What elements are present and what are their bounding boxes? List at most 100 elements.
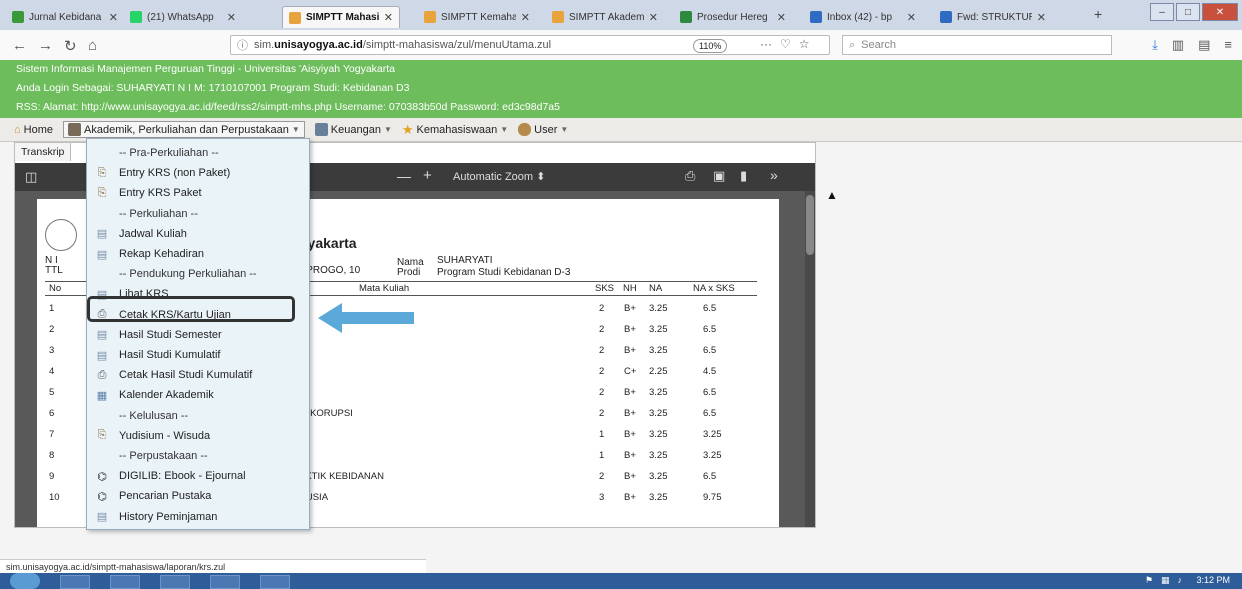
browser-tab-2[interactable]: (21) WhatsApp ✕ bbox=[124, 6, 242, 28]
tab-transkrip[interactable]: Transkrip bbox=[15, 143, 72, 161]
ttl-label: TTL bbox=[45, 265, 63, 276]
menu-item[interactable]: ⎘ Entry KRS (non Paket) bbox=[87, 163, 307, 183]
tab-close-icon[interactable]: ✕ bbox=[521, 11, 530, 24]
close-window-button[interactable]: ✕ bbox=[1202, 3, 1238, 21]
pocket-icon[interactable]: ♡ bbox=[780, 37, 791, 51]
tab-close-icon[interactable]: ✕ bbox=[227, 11, 236, 24]
row-sks: 2 bbox=[599, 303, 605, 314]
tab-close-icon[interactable]: ✕ bbox=[649, 11, 658, 24]
menu-item[interactable]: ▤ Jadwal Kuliah bbox=[87, 224, 307, 244]
menu-section-header: -- Pendukung Perkuliahan -- bbox=[87, 264, 307, 284]
tools-icon[interactable]: » bbox=[770, 167, 778, 183]
pdf-zoom-select[interactable]: Automatic Zoom ⬍ bbox=[453, 170, 545, 183]
col-mata-kuliah: Mata Kuliah bbox=[359, 283, 410, 294]
taskbar-clock[interactable]: 3:12 PM bbox=[1196, 575, 1230, 585]
back-icon[interactable]: ← bbox=[12, 37, 27, 54]
browser-tab-6[interactable]: Prosedur Hereg ✕ bbox=[674, 6, 792, 28]
menu-item[interactable]: ⎙ Cetak Hasil Studi Kumulatif bbox=[87, 365, 307, 385]
menu-home[interactable]: ⌂ Home bbox=[14, 124, 53, 136]
menu-item[interactable]: ▤ Hasil Studi Semester bbox=[87, 325, 307, 345]
url-bar[interactable]: ⓘ sim. unisayogya.ac.id/simptt-mahasiswa/… bbox=[230, 35, 830, 55]
menu-item[interactable]: ▤ Hasil Studi Kumulatif bbox=[87, 345, 307, 365]
menu-kemahasiswaan[interactable]: ★ Kemahasiswaan ▼ bbox=[402, 122, 508, 138]
menu-item[interactable]: ⎘ Entry KRS Paket bbox=[87, 183, 307, 203]
row-sks: 3 bbox=[599, 492, 605, 503]
start-button[interactable] bbox=[10, 573, 40, 589]
sidebar-toggle-icon[interactable]: ◫ bbox=[25, 169, 37, 185]
bookmark-star-icon[interactable]: ☆ bbox=[799, 37, 810, 51]
menu-user[interactable]: User ▼ bbox=[518, 123, 568, 136]
new-tab-button[interactable]: + bbox=[1094, 6, 1102, 22]
bookmark-icon[interactable]: ▮ bbox=[740, 168, 747, 184]
tab-title: Prosedur Hereg bbox=[697, 11, 768, 23]
menu-akademik[interactable]: Akademik, Perkuliahan dan Perpustakaan ▼ bbox=[63, 121, 305, 138]
menu-item[interactable]: ▤ Rekap Kehadiran bbox=[87, 244, 307, 264]
row-no: 8 bbox=[49, 450, 55, 461]
browser-tab-4[interactable]: SIMPTT Kemaha ✕ bbox=[418, 6, 536, 28]
menu-item-label: Jadwal Kuliah bbox=[119, 227, 187, 240]
zoom-out-icon[interactable]: — bbox=[397, 168, 411, 184]
tab-favicon-icon bbox=[130, 11, 142, 23]
download-icon[interactable]: ⤓ bbox=[1152, 37, 1158, 53]
menu-keuangan[interactable]: Keuangan ▼ bbox=[314, 123, 392, 136]
menu-item[interactable]: ⌬ Pencarian Pustaka bbox=[87, 486, 307, 506]
taskbar-app-word[interactable] bbox=[160, 575, 190, 589]
maximize-button[interactable]: □ bbox=[1176, 3, 1200, 21]
browser-tab-5[interactable]: SIMPTT Akadem ✕ bbox=[546, 6, 664, 28]
reload-icon[interactable]: ↻ bbox=[64, 37, 77, 55]
row-no: 10 bbox=[49, 492, 60, 503]
browser-tab-3[interactable]: SIMPTT Mahasi ✕ bbox=[282, 6, 400, 28]
forward-icon[interactable]: → bbox=[38, 37, 53, 54]
taskbar-app-other[interactable] bbox=[260, 575, 290, 589]
taskbar-app-explorer[interactable] bbox=[60, 575, 90, 589]
tray-network-icon[interactable]: ▦ bbox=[1161, 575, 1170, 586]
tab-favicon-icon bbox=[810, 11, 822, 23]
menu-icon[interactable]: ≡ bbox=[1224, 37, 1232, 53]
prodi-label: Prodi bbox=[397, 267, 421, 278]
zoom-in-icon[interactable]: + bbox=[423, 167, 432, 184]
menu-item-label: Rekap Kehadiran bbox=[119, 248, 205, 260]
akademik-dropdown-menu: -- Pra-Perkuliahan -- ⎘ Entry KRS (non Pak… bbox=[86, 138, 310, 530]
tab-close-icon[interactable]: ✕ bbox=[384, 11, 393, 24]
minimize-button[interactable]: – bbox=[1150, 3, 1174, 21]
row-na-x-sks: 6.5 bbox=[703, 387, 717, 398]
browser-tab-7[interactable]: Inbox (42) - bp ✕ bbox=[804, 6, 922, 28]
menu-item[interactable]: ▦ Kalender Akademik bbox=[87, 385, 307, 405]
browser-tab-1[interactable]: Jurnal Kebidana ✕ bbox=[6, 6, 124, 28]
menu-item-label: Cetak Hasil Studi Kumulatif bbox=[119, 369, 253, 382]
tab-close-icon[interactable]: ✕ bbox=[109, 11, 118, 24]
sidebar-icon[interactable]: ▤ bbox=[1198, 37, 1210, 53]
search-input[interactable]: ⌕ Search bbox=[842, 35, 1112, 55]
menu-item[interactable]: ⎘ Yudisium - Wisuda bbox=[87, 426, 307, 446]
zoom-indicator[interactable]: 110% bbox=[693, 39, 728, 53]
tab-close-icon[interactable]: ✕ bbox=[907, 11, 916, 24]
row-mata-kuliah: AKTIK KEBIDANAN bbox=[299, 471, 384, 482]
taskbar-app-media[interactable] bbox=[110, 575, 140, 589]
row-sks: 2 bbox=[599, 387, 605, 398]
tray-volume-icon[interactable]: ♪ bbox=[1178, 575, 1183, 586]
tab-close-icon[interactable]: ✕ bbox=[1037, 11, 1046, 24]
tab-favicon-icon bbox=[680, 11, 692, 23]
col-na: NA bbox=[649, 283, 663, 294]
row-nh: B+ bbox=[624, 387, 636, 398]
menu-item[interactable]: ⌬ DIGILIB: Ebook - Ejournal bbox=[87, 466, 307, 486]
home-icon[interactable]: ⌂ bbox=[88, 37, 97, 54]
row-na-x-sks: 6.5 bbox=[703, 345, 717, 356]
row-na: 3.25 bbox=[649, 492, 668, 503]
menu-item[interactable]: ▤ History Peminjaman bbox=[87, 507, 307, 527]
row-sks: 1 bbox=[599, 429, 605, 440]
row-na-x-sks: 3.25 bbox=[703, 429, 722, 440]
tab-close-icon[interactable]: ✕ bbox=[777, 11, 786, 24]
library-icon[interactable]: ▥ bbox=[1172, 37, 1184, 53]
tray-flag-icon[interactable]: ⚑ bbox=[1145, 575, 1153, 586]
save-icon[interactable]: ▣ bbox=[713, 168, 725, 184]
document-icon: ▤ bbox=[96, 349, 108, 362]
print-icon[interactable]: ⎙ bbox=[685, 168, 695, 184]
browser-tab-8[interactable]: Fwd: STRUKTUR ✕ bbox=[934, 6, 1052, 28]
scrollbar-thumb[interactable] bbox=[806, 195, 814, 255]
taskbar-app-firefox[interactable] bbox=[210, 575, 240, 589]
row-na: 3.25 bbox=[649, 345, 668, 356]
more-actions-button[interactable]: ··· bbox=[760, 37, 772, 51]
row-na: 3.25 bbox=[649, 324, 668, 335]
pdf-scrollbar[interactable] bbox=[805, 191, 815, 527]
